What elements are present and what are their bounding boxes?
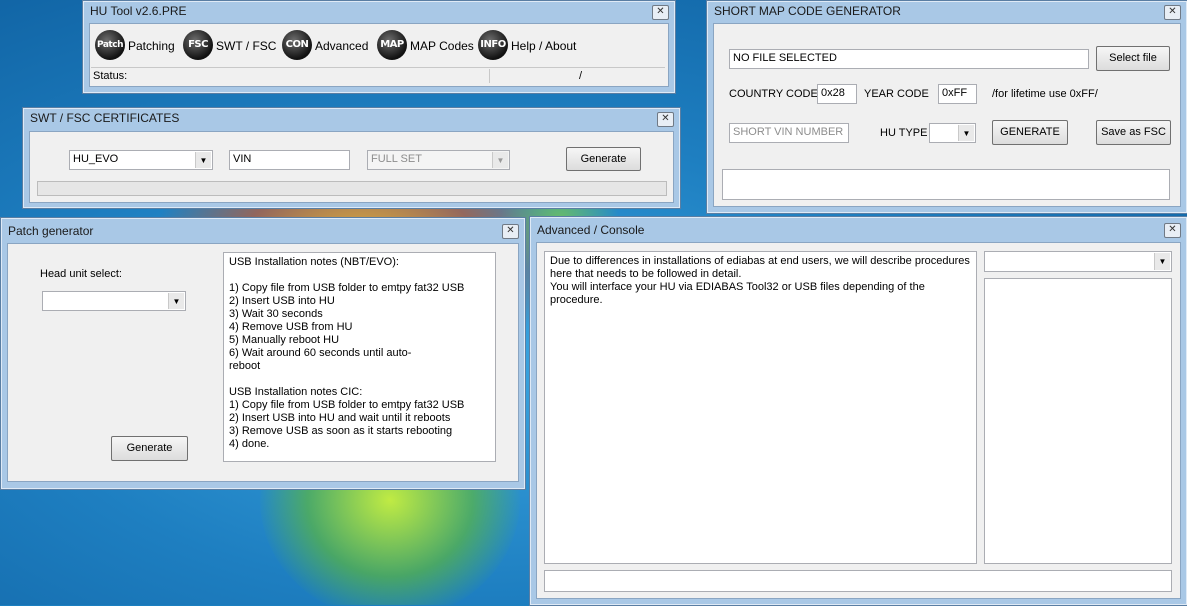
chevron-down-icon: ▼ (492, 152, 508, 168)
swt-client: HU_EVO ▼ VIN FULL SET ▼ Generate (29, 131, 674, 203)
swt-fsc-window: SWT / FSC CERTIFICATES ✕ HU_EVO ▼ VIN FU… (22, 107, 681, 209)
set-select[interactable]: FULL SET ▼ (367, 150, 510, 170)
console-output[interactable]: Due to differences in installations of e… (544, 251, 977, 564)
window-title: SWT / FSC CERTIFICATES (30, 111, 180, 125)
toolbar-patching[interactable]: Patch Patching (95, 29, 175, 61)
window-title: Patch generator (8, 224, 94, 238)
chevron-down-icon: ▼ (1154, 253, 1170, 270)
head-unit-label: Head unit select: (40, 268, 122, 280)
con-icon: CON (282, 30, 312, 60)
close-button[interactable]: ✕ (652, 5, 669, 20)
patch-generator-window: Patch generator ✕ Head unit select: ▼ Ge… (0, 217, 526, 490)
chevron-down-icon: ▼ (195, 152, 211, 168)
status-label: Status: (93, 70, 128, 82)
map-generate-button[interactable]: GENERATE (992, 120, 1068, 145)
hu-type-select[interactable]: ▼ (929, 123, 976, 143)
toolbar-swt-fsc[interactable]: FSC SWT / FSC (183, 29, 277, 61)
installation-notes[interactable]: USB Installation notes (NBT/EVO): 1) Cop… (223, 252, 496, 462)
save-as-fsc-button[interactable]: Save as FSC (1096, 120, 1171, 145)
toolbar-help-about[interactable]: INFO Help / About (478, 29, 578, 61)
swt-titlebar[interactable]: SWT / FSC CERTIFICATES ✕ (23, 108, 680, 128)
patch-titlebar[interactable]: Patch generator ✕ (1, 218, 525, 239)
country-code-label: COUNTRY CODE (729, 88, 818, 100)
patch-client: Head unit select: ▼ Generate USB Install… (7, 243, 519, 482)
country-code-input[interactable]: 0x28 (817, 84, 857, 104)
progress-bar (37, 181, 667, 196)
chevron-down-icon: ▼ (958, 125, 974, 141)
toolbar-label: Patching (128, 39, 175, 53)
status-panel: Status: (91, 69, 490, 83)
patch-generate-button[interactable]: Generate (111, 436, 188, 461)
status-separator: / (579, 70, 583, 82)
procedure-list[interactable] (984, 278, 1172, 564)
advanced-console-window: Advanced / Console ✕ Due to differences … (529, 216, 1187, 606)
year-code-label: YEAR CODE (864, 88, 929, 100)
advanced-titlebar[interactable]: Advanced / Console ✕ (530, 217, 1187, 238)
close-button[interactable]: ✕ (657, 112, 674, 127)
file-path-input[interactable]: NO FILE SELECTED (729, 49, 1089, 69)
patch-icon: Patch (95, 30, 125, 60)
unit-select-value: HU_EVO (73, 153, 119, 165)
toolbar-label: Advanced (315, 39, 369, 53)
toolbar-label: Help / About (511, 39, 577, 53)
vin-input[interactable]: VIN (229, 150, 350, 170)
unit-select[interactable]: HU_EVO ▼ (69, 150, 213, 170)
close-button[interactable]: ✕ (502, 224, 519, 239)
procedure-select[interactable]: ▼ (984, 251, 1172, 272)
advanced-client: Due to differences in installations of e… (536, 242, 1181, 599)
status-bar: Status: / (91, 67, 665, 84)
toolbar-label: MAP Codes (410, 39, 474, 53)
chevron-down-icon: ▼ (168, 293, 184, 309)
toolbar-label: SWT / FSC (216, 39, 277, 53)
window-title: HU Tool v2.6.PRE (90, 4, 187, 18)
head-unit-select[interactable]: ▼ (42, 291, 186, 311)
lifetime-hint: /for lifetime use 0xFF/ (992, 88, 1098, 100)
map-icon: MAP (377, 30, 407, 60)
fsc-icon: FSC (183, 30, 213, 60)
hu-tool-titlebar[interactable]: HU Tool v2.6.PRE ✕ (83, 1, 675, 21)
map-code-output[interactable] (722, 169, 1170, 200)
hu-type-label: HU TYPE (880, 127, 928, 139)
window-title: Advanced / Console (537, 223, 645, 237)
select-file-button[interactable]: Select file (1096, 46, 1170, 71)
year-code-input[interactable]: 0xFF (938, 84, 977, 104)
close-button[interactable]: ✕ (1164, 5, 1181, 20)
short-vin-input[interactable]: SHORT VIN NUMBER (729, 123, 849, 143)
toolbar-map-codes[interactable]: MAP MAP Codes (377, 29, 474, 61)
toolbar-advanced[interactable]: CON Advanced (282, 29, 372, 61)
info-icon: INFO (478, 30, 508, 60)
map-titlebar[interactable]: SHORT MAP CODE GENERATOR ✕ (707, 1, 1187, 21)
map-code-window: SHORT MAP CODE GENERATOR ✕ NO FILE SELEC… (706, 0, 1187, 214)
window-title: SHORT MAP CODE GENERATOR (714, 4, 901, 18)
close-button[interactable]: ✕ (1164, 223, 1181, 238)
set-select-value: FULL SET (371, 153, 422, 165)
console-command-input[interactable] (544, 570, 1172, 592)
map-client: NO FILE SELECTED Select file COUNTRY COD… (713, 23, 1181, 207)
hu-tool-window: HU Tool v2.6.PRE ✕ Patch Patching FSC SW… (82, 0, 676, 94)
hu-tool-client: Patch Patching FSC SWT / FSC CON Advance… (89, 23, 669, 87)
swt-generate-button[interactable]: Generate (566, 147, 641, 171)
